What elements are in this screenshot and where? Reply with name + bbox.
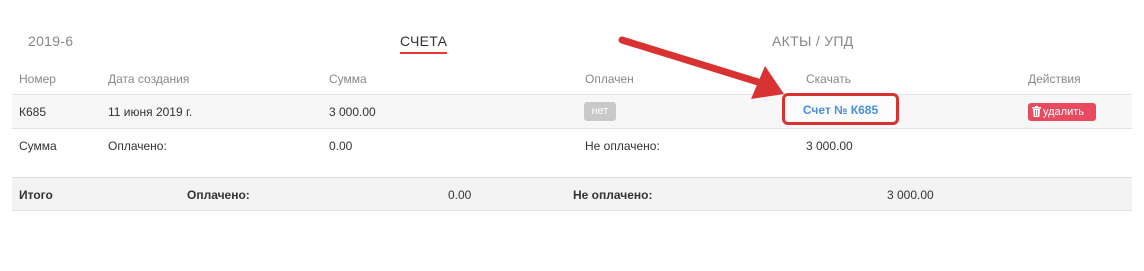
column-header-created: Дата создания <box>108 72 190 86</box>
summary-unpaid-label: Не оплачено: <box>585 139 660 153</box>
summary-paid-value: 0.00 <box>329 139 353 153</box>
invoice-number: К685 <box>19 105 47 119</box>
totals-row <box>12 178 1132 211</box>
delete-button[interactable]: удалить <box>1028 103 1096 121</box>
totals-label: Итого <box>19 188 53 202</box>
tab-acts[interactable]: АКТЫ / УПД <box>772 33 854 49</box>
tab-period[interactable]: 2019-6 <box>28 33 73 49</box>
summary-label: Сумма <box>19 139 57 153</box>
tab-bar: 2019-6 СЧЕТА АКТЫ / УПД <box>0 33 1144 57</box>
summary-unpaid-value: 3 000.00 <box>806 139 853 153</box>
totals-unpaid-label: Не оплачено: <box>573 188 653 202</box>
column-header-actions: Действия <box>1028 72 1081 86</box>
paid-status-badge: нет <box>584 102 616 121</box>
summary-paid-label: Оплачено: <box>108 139 167 153</box>
invoice-sum: 3 000.00 <box>329 105 376 119</box>
column-header-download: Скачать <box>806 72 851 86</box>
totals-unpaid-value: 3 000.00 <box>887 188 934 202</box>
delete-label: удалить <box>1043 106 1085 118</box>
totals-paid-label: Оплачено: <box>187 188 250 202</box>
download-highlight-box: Счет № К685 <box>782 93 899 125</box>
totals-paid-value: 0.00 <box>448 188 472 202</box>
invoice-created-date: 11 июня 2019 г. <box>108 105 193 119</box>
tab-invoices[interactable]: СЧЕТА <box>400 33 448 54</box>
trash-icon <box>1032 106 1041 117</box>
column-header-paid: Оплачен <box>585 72 634 86</box>
column-header-number: Номер <box>19 72 56 86</box>
download-invoice-link[interactable]: Счет № К685 <box>785 103 896 117</box>
column-header-sum: Сумма <box>329 72 367 86</box>
